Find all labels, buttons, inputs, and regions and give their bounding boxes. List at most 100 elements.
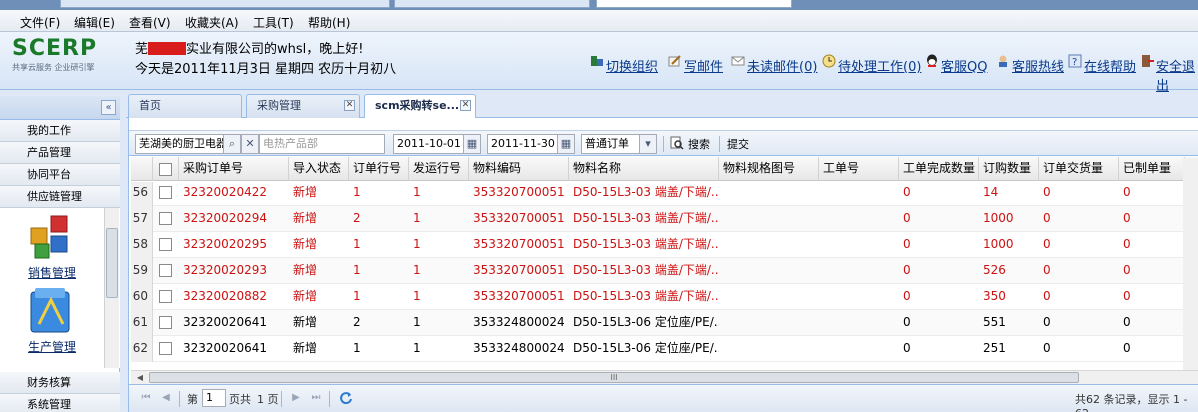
order-line-cell: 2 [353,211,361,225]
col-material-code[interactable]: 物料编码 [469,157,569,181]
browser-tab-active[interactable] [596,0,792,8]
table-row[interactable]: 57 32320020294 新增 2 1 353320700051 D50-15L3-03… [131,206,1198,232]
table-row[interactable]: 62 32320020641 新增 1 1 353324800024 D50-15L3-06… [131,336,1198,362]
table-row[interactable]: 58 32320020295 新增 1 1 353320700051 D50-15L3-03… [131,232,1198,258]
col-ship-line[interactable]: 发运行号 [409,157,469,181]
horizontal-scroll-thumb[interactable]: III [149,372,1079,383]
write-mail-link[interactable]: 写邮件 [684,56,723,75]
calendar-icon[interactable]: ▦ [557,134,575,154]
sidebar-item-products[interactable]: 产品管理 [0,142,120,164]
online-help-link[interactable]: 在线帮助 [1084,56,1136,75]
col-work-order[interactable]: 工单号 [819,157,899,181]
sidebar-item-finance[interactable]: 财务核算 [0,372,120,394]
search-button[interactable]: 搜索 [688,136,710,152]
order-type-select[interactable]: 普通订单 [581,134,641,154]
date-to-input[interactable]: 2011-11-30 [487,134,559,154]
row-number-cell: 58 [131,232,153,258]
wo-completed-cell: 0 [903,263,911,277]
production-management-icon[interactable] [25,284,77,336]
tab-purchasing[interactable]: 采购管理 ✕ [246,94,360,118]
clear-icon[interactable]: ✕ [241,134,259,154]
department-input[interactable]: 电热产品部 [259,134,385,154]
col-po-number[interactable]: 采购订单号 [179,157,289,181]
menu-favorites[interactable]: 收藏夹(A) [185,14,239,31]
grid-vertical-scrollbar[interactable] [1183,158,1198,370]
row-checkbox[interactable] [159,316,172,329]
search-icon[interactable] [670,136,684,150]
col-import-status[interactable]: 导入状态 [289,157,349,181]
row-select-cell[interactable] [153,206,179,232]
calendar-icon[interactable]: ▦ [463,134,481,154]
menu-file[interactable]: 文件(F) [20,14,60,31]
row-checkbox[interactable] [159,264,172,277]
first-page-icon[interactable]: ⏮ [139,391,153,405]
scroll-left-icon[interactable]: ◀ [133,371,147,384]
sidebar-item-supply-chain[interactable]: 供应链管理 [0,186,120,208]
unread-mail-link[interactable]: 未读邮件(0) [747,56,817,75]
sidebar-item-collaboration[interactable]: 协同平台 [0,164,120,186]
row-select-cell[interactable] [153,258,179,284]
grid-horizontal-scrollbar[interactable]: ◀ III [131,370,1198,384]
chevron-down-icon[interactable]: ▾ [639,134,657,154]
page-number-input[interactable]: 1 [202,389,226,407]
row-select-cell[interactable] [153,284,179,310]
service-hotline-link[interactable]: 客服热线 [1012,56,1064,75]
tab-home[interactable]: 首页 [128,94,242,118]
tab-scm-conversion[interactable]: scm采购转se... ✕ [364,94,476,119]
row-checkbox[interactable] [159,212,172,225]
production-management-link[interactable]: 生产管理 [28,338,76,355]
col-material-spec[interactable]: 物料规格图号 [719,157,819,181]
row-checkbox[interactable] [159,342,172,355]
col-delivered-qty[interactable]: 订单交货量 [1039,157,1119,181]
menu-help[interactable]: 帮助(H) [308,14,350,31]
submit-button[interactable]: 提交 [727,136,749,152]
menu-edit[interactable]: 编辑(E) [74,14,115,31]
search-icon[interactable]: ⌕ [223,134,241,154]
prev-page-icon[interactable]: ◀ [159,391,173,405]
sales-management-link[interactable]: 销售管理 [28,264,76,281]
delivered-qty-cell: 0 [1043,237,1051,251]
col-made-qty[interactable]: 已制单量 [1119,157,1185,181]
sidebar-scrollbar[interactable] [104,208,119,368]
select-all-checkbox[interactable] [159,163,172,176]
menu-view[interactable]: 查看(V) [129,14,171,31]
material-spec-cell [719,336,819,362]
row-checkbox[interactable] [159,290,172,303]
col-wo-completed[interactable]: 工单完成数量 [899,157,979,181]
close-icon[interactable]: ✕ [460,100,471,111]
row-checkbox[interactable] [159,238,172,251]
service-qq-link[interactable]: 客服QQ [941,56,987,75]
table-row[interactable]: 56 32320020422 新增 1 1 353320700051 D50-15L3-03… [131,182,1198,206]
switch-org-link[interactable]: 切换组织 [606,56,658,75]
menu-tools[interactable]: 工具(T) [253,14,294,31]
row-select-cell[interactable] [153,310,179,336]
supplier-input[interactable]: 芜湖美的厨卫电器 [135,134,225,154]
table-row[interactable]: 61 32320020641 新增 2 1 353324800024 D50-15L3-06… [131,310,1198,336]
refresh-icon[interactable] [339,391,353,405]
table-row[interactable]: 59 32320020293 新增 1 1 353320700051 D50-15L3-03… [131,258,1198,284]
sidebar-item-system[interactable]: 系统管理 [0,394,120,412]
pending-work-link[interactable]: 待处理工作(0) [838,56,921,75]
close-icon[interactable]: ✕ [344,100,355,111]
sidebar-item-my-work[interactable]: 我的工作 [0,120,120,142]
row-checkbox[interactable] [159,186,172,199]
col-material-name[interactable]: 物料名称 [569,157,719,181]
table-row[interactable]: 60 32320020882 新增 1 1 353320700051 D50-15L3-03… [131,284,1198,310]
material-name-cell: D50-15L3-06 定位座/PE/... [573,315,719,329]
col-order-line[interactable]: 订单行号 [349,157,409,181]
sidebar-collapse-button[interactable]: « [101,100,116,115]
sidebar-scroll-thumb[interactable] [106,228,118,298]
logout-link[interactable]: 安全退出 [1156,56,1198,94]
col-order-qty[interactable]: 订购数量 [979,157,1039,181]
date-from-input[interactable]: 2011-10-01 [393,134,465,154]
sales-management-icon[interactable] [25,210,77,262]
next-page-icon[interactable]: ▶ [289,391,303,405]
browser-address-area[interactable] [60,0,390,8]
row-select-cell[interactable] [153,336,179,362]
browser-tab[interactable] [394,0,590,8]
select-all-header[interactable] [153,157,179,181]
row-select-cell[interactable] [153,182,179,206]
last-page-icon[interactable]: ⏭ [309,391,323,405]
material-name-cell: D50-15L3-03 端盖/下端/... [573,185,719,199]
row-select-cell[interactable] [153,232,179,258]
